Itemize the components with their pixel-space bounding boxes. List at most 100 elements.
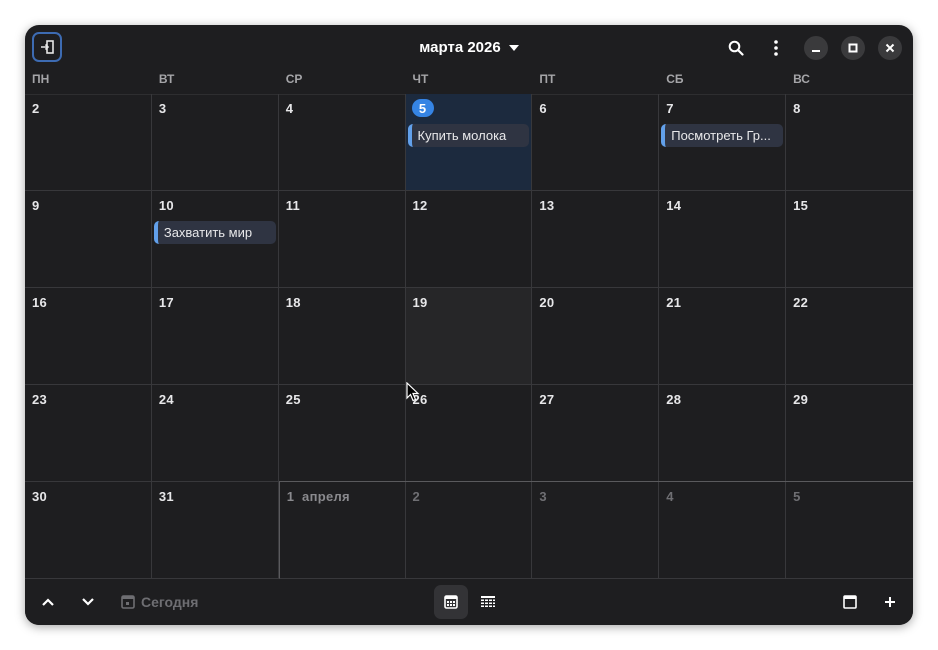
day-cell[interactable]: 7 Посмотреть Гр... (659, 94, 787, 191)
day-cell[interactable]: 23 (25, 385, 152, 482)
month-selector[interactable]: марта 2026 (419, 39, 519, 56)
day-cell[interactable]: 22 (786, 288, 913, 385)
day-number: 2 (412, 489, 421, 504)
day-cell[interactable]: 18 (278, 288, 406, 385)
search-icon (728, 40, 744, 56)
day-number: 15 (793, 198, 809, 213)
event-chip[interactable]: Посмотреть Гр... (661, 124, 784, 147)
previous-month-button[interactable] (34, 588, 62, 616)
event-chip[interactable]: Захватить мир (153, 221, 276, 244)
day-number: 6 (539, 101, 547, 116)
list-view-icon (481, 596, 495, 607)
day-cell[interactable]: 15 (786, 191, 913, 288)
bottom-bar: Сегодня (25, 579, 913, 625)
day-cell[interactable]: 12 (405, 191, 533, 288)
chevron-up-icon (42, 598, 54, 606)
chevron-down-icon (82, 598, 94, 606)
day-cell[interactable]: 8 (786, 94, 913, 191)
day-number: 9 (32, 198, 40, 213)
minimize-icon (812, 50, 820, 52)
day-cell[interactable]: 1 апреля (278, 482, 406, 579)
weekday-label: ПТ (539, 72, 556, 86)
day-cell[interactable]: 10 Захватить мир (151, 191, 279, 288)
chevron-down-icon (508, 44, 519, 51)
day-cell[interactable]: 20 (532, 288, 660, 385)
sidebar-toggle-icon (41, 40, 54, 54)
week-row: 2 3 4 5 Купить молока 6 7 Посмотреть Гр... 8 (25, 94, 913, 191)
day-cell[interactable]: 9 (25, 191, 152, 288)
close-icon (885, 43, 895, 53)
today-button[interactable]: Сегодня (121, 588, 198, 616)
day-cell[interactable]: 14 (659, 191, 787, 288)
maximize-icon (848, 43, 858, 53)
day-cell[interactable]: 3 (532, 482, 660, 579)
main-menu-button[interactable] (764, 36, 788, 60)
day-cell[interactable]: 2 (405, 482, 533, 579)
week-row: 9 10 Захватить мир 11 12 13 14 15 (25, 191, 913, 288)
day-cell[interactable]: 5 Купить молока (405, 94, 533, 191)
day-number: 1 апреля (286, 489, 350, 504)
day-number: 4 (285, 101, 294, 116)
day-cell[interactable]: 27 (532, 385, 660, 482)
week-row: 16 17 18 19 20 21 22 (25, 288, 913, 385)
day-number: 11 (285, 198, 301, 213)
day-number: 29 (793, 392, 809, 407)
day-number: 18 (285, 295, 301, 310)
day-number: 5 (793, 489, 801, 504)
month-view-button[interactable] (434, 585, 468, 619)
search-button[interactable] (724, 36, 748, 60)
calendar-window: марта 2026 ПН ВТ СР ЧТ ПТ СБ ВС 2 3 4 5 … (25, 25, 913, 625)
list-view-button[interactable] (471, 585, 505, 619)
day-number: 20 (539, 295, 555, 310)
sidebar-toggle-button[interactable] (32, 32, 62, 62)
weekday-label: ПН (32, 72, 50, 86)
day-cell[interactable]: 4 (659, 482, 787, 579)
add-event-button[interactable] (876, 588, 904, 616)
add-icon (885, 597, 895, 607)
month-grid: 2 3 4 5 Купить молока 6 7 Посмотреть Гр... 8 9 10 З… (25, 94, 913, 579)
day-cell[interactable]: 31 (151, 482, 279, 579)
day-cell[interactable]: 19 (405, 288, 533, 385)
day-cell[interactable]: 29 (786, 385, 913, 482)
day-cell[interactable]: 30 (25, 482, 152, 579)
day-cell[interactable]: 25 (278, 385, 406, 482)
day-number: 10 (158, 198, 174, 213)
calendar-today-icon (121, 595, 135, 609)
day-cell[interactable]: 26 (405, 385, 533, 482)
day-cell[interactable]: 2 (25, 94, 152, 191)
close-button[interactable] (878, 36, 902, 60)
mouse-cursor-icon (406, 382, 420, 402)
maximize-button[interactable] (841, 36, 865, 60)
day-cell[interactable]: 11 (278, 191, 406, 288)
weekday-label: СР (285, 72, 303, 86)
day-cell[interactable]: 5 (786, 482, 913, 579)
day-cell[interactable]: 28 (659, 385, 787, 482)
day-number: 16 (32, 295, 48, 310)
day-number: 8 (793, 101, 801, 116)
day-number: 24 (158, 392, 174, 407)
day-number: 27 (539, 392, 555, 407)
day-number: 23 (32, 392, 48, 407)
day-cell[interactable]: 4 (278, 94, 406, 191)
event-chip[interactable]: Купить молока (407, 124, 530, 147)
vertical-dots-icon (774, 40, 778, 56)
minimize-button[interactable] (804, 36, 828, 60)
month-boundary-line (278, 481, 913, 482)
day-cell[interactable]: 17 (151, 288, 279, 385)
day-cell[interactable]: 13 (532, 191, 660, 288)
day-number: 3 (158, 101, 167, 116)
day-view-button[interactable] (836, 588, 864, 616)
day-cell[interactable]: 16 (25, 288, 152, 385)
day-number: 30 (32, 489, 48, 504)
month-view-icon (444, 595, 458, 609)
day-cell[interactable]: 6 (532, 94, 660, 191)
weekday-label: ВС (793, 72, 810, 86)
day-cell[interactable]: 3 (151, 94, 279, 191)
week-row: 23 24 25 26 27 28 29 (25, 385, 913, 482)
next-month-button[interactable] (74, 588, 102, 616)
weekday-label: ЧТ (412, 72, 429, 86)
day-cell[interactable]: 21 (659, 288, 787, 385)
day-number: 31 (158, 489, 174, 504)
weekday-header: ПН ВТ СР ЧТ ПТ СБ ВС (25, 70, 913, 95)
day-cell[interactable]: 24 (151, 385, 279, 482)
